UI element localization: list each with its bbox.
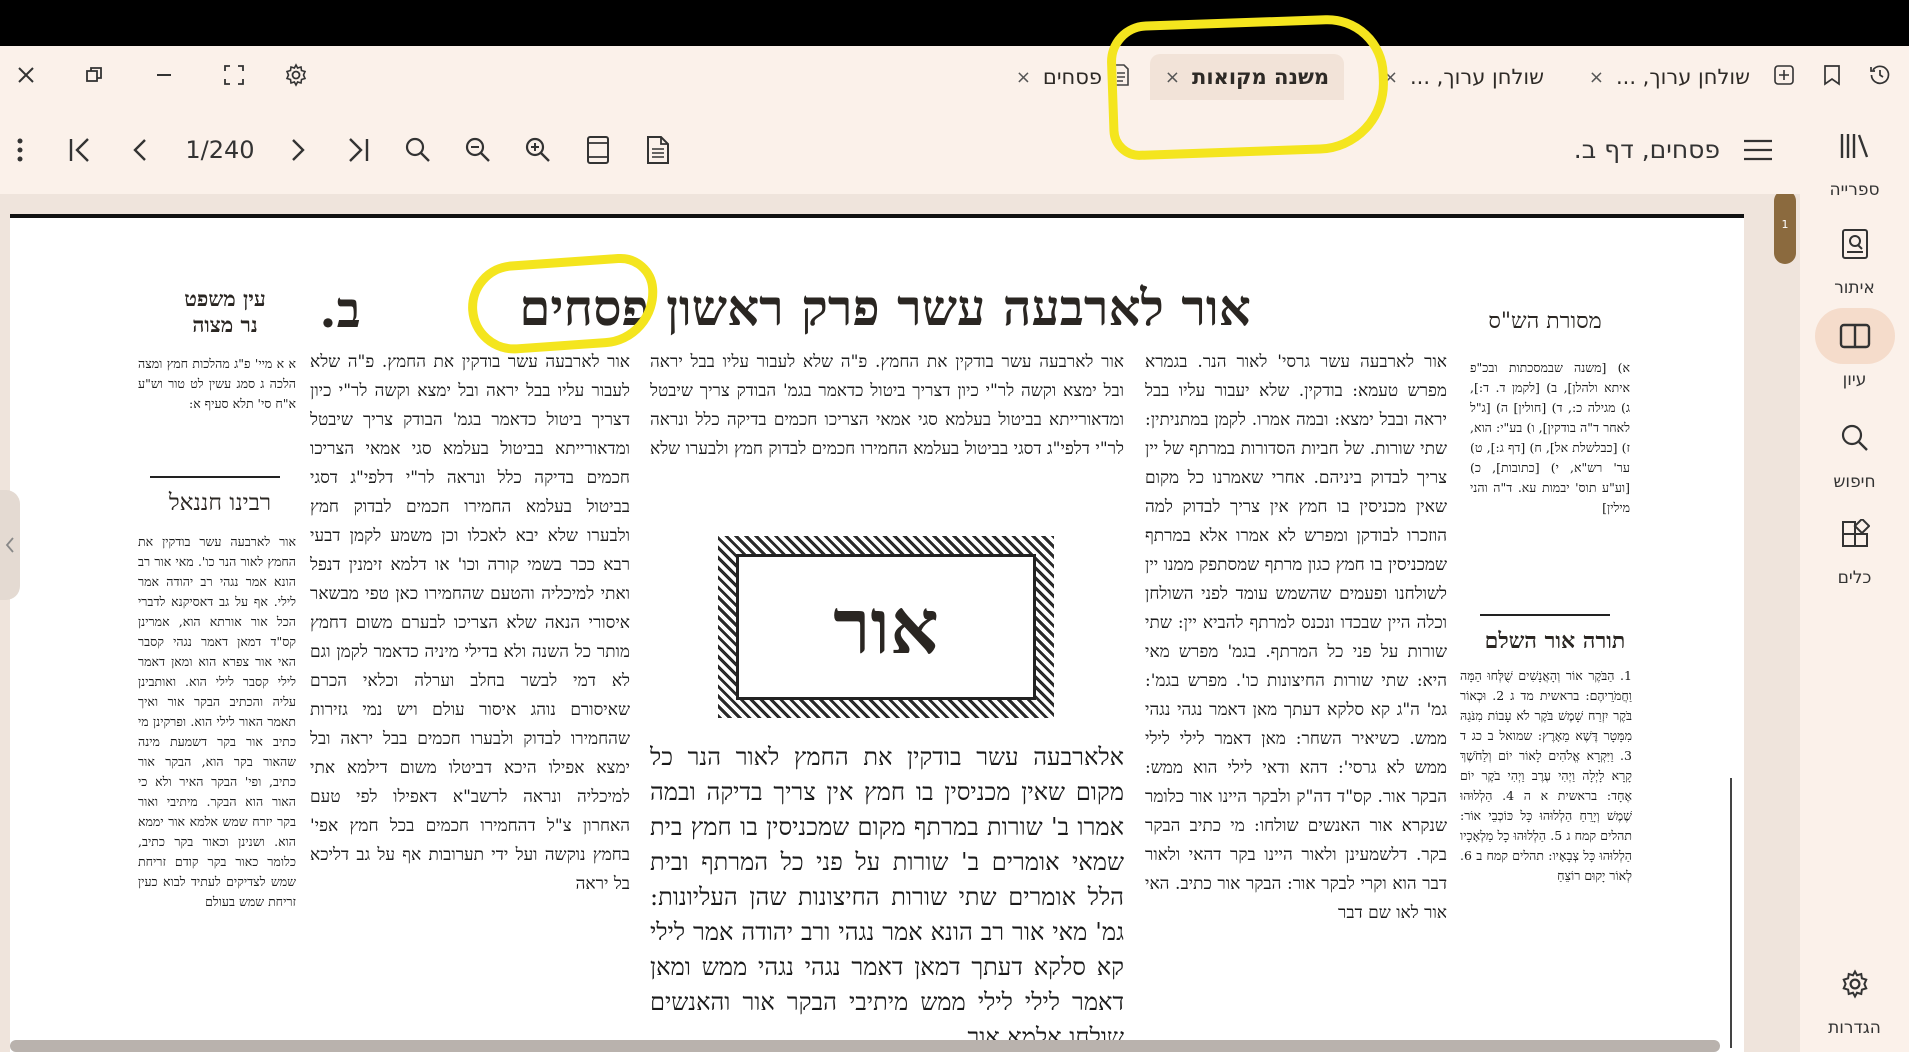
tools-icon bbox=[1815, 506, 1895, 562]
sidebar-item-label: חיפוש bbox=[1833, 472, 1876, 492]
torah-or-header: תורה אור השלם bbox=[1484, 628, 1626, 654]
reader-toolbar: 1/240 פסחים, דף ב. bbox=[0, 106, 1800, 194]
sidebar-item-label: איתור bbox=[1834, 278, 1875, 298]
hamburger-menu-icon bbox=[1744, 139, 1772, 161]
new-tab-button[interactable] bbox=[1768, 59, 1800, 91]
sidebar-item-library[interactable]: ספרייה bbox=[1800, 118, 1909, 200]
ein-mishpat-text: א א מיי' פ"ג מהלכות חמץ ומצה הלכה ג סמג … bbox=[138, 356, 296, 411]
previous-pane-handle[interactable] bbox=[0, 490, 20, 600]
history-icon bbox=[1870, 65, 1890, 85]
tab-bar: פסחים × משנה מקואות × שולחן ערוך, ... × … bbox=[0, 46, 1909, 106]
talmud-page: מסורת הש"ס אור לארבעה עשר פרק ראשון פסחי… bbox=[10, 214, 1744, 1052]
tab-shulchan-aruch-1[interactable]: שולחן ערוך, ... × bbox=[1589, 54, 1750, 100]
menu-button[interactable] bbox=[1736, 128, 1780, 172]
sidebar-item-label: הגדרות bbox=[1828, 1018, 1881, 1038]
next-page-button[interactable] bbox=[276, 128, 320, 172]
gear-icon bbox=[285, 63, 307, 87]
add-tab-icon bbox=[1774, 65, 1794, 85]
document-viewer[interactable]: מסורת הש"ס אור לארבעה עשר פרק ראשון פסחי… bbox=[0, 194, 1800, 1052]
rabbenu-chananel-text: אור לארבעה עשר בודקין את החמץ לאור הנר כ… bbox=[138, 534, 296, 909]
close-window-button[interactable] bbox=[10, 59, 42, 91]
last-page-icon bbox=[349, 138, 369, 162]
zoom-out-button[interactable] bbox=[456, 128, 500, 172]
page-edge-line bbox=[1730, 778, 1732, 1048]
rabbenu-chananel-header: רבינו חננאל bbox=[168, 490, 272, 516]
sidebar-item-label: ספרייה bbox=[1829, 180, 1880, 200]
sidebar-item-label: עיון bbox=[1842, 370, 1867, 390]
sidebar-item-label: כלים bbox=[1837, 568, 1872, 588]
top-black-strip bbox=[0, 0, 1909, 46]
minimize-icon bbox=[157, 74, 171, 76]
chevron-right-icon bbox=[292, 139, 305, 161]
gear-icon bbox=[1815, 956, 1895, 1012]
tab-label: פסחים bbox=[1042, 65, 1102, 89]
tab-close-button[interactable]: × bbox=[1589, 67, 1604, 88]
text-view-button[interactable] bbox=[636, 128, 680, 172]
chevron-left-icon bbox=[133, 139, 146, 161]
search-in-document-button[interactable] bbox=[396, 128, 440, 172]
masoret-hashas-header: מסורת הש"ס bbox=[1488, 309, 1602, 334]
fullscreen-button[interactable] bbox=[218, 59, 250, 91]
sidebar-item-tools[interactable]: כלים bbox=[1800, 506, 1909, 588]
or-decorated-box: אור bbox=[718, 536, 1054, 718]
first-page-button[interactable] bbox=[58, 128, 102, 172]
more-vertical-icon bbox=[17, 138, 23, 162]
tab-shulchan-aruch-2[interactable]: שולחן ערוך, ... × bbox=[1383, 54, 1544, 100]
minimize-window-button[interactable] bbox=[148, 59, 180, 91]
document-title: פסחים, דף ב. bbox=[1573, 135, 1720, 164]
tab-close-button[interactable]: × bbox=[1016, 67, 1031, 88]
search-icon bbox=[1815, 410, 1895, 466]
tosafot-commentary: אור לארבעה עשר בודקין את החמץ. פ"ה שלא ל… bbox=[310, 352, 630, 894]
search-icon bbox=[405, 137, 430, 162]
mishnah-gemara-text: אלארבעה עשר בודקין את החמץ לאור הנר כל מ… bbox=[650, 743, 1124, 1050]
sidebar-item-study[interactable]: עיון bbox=[1800, 308, 1909, 390]
bookmark-icon bbox=[1824, 65, 1840, 86]
ornament-divider bbox=[1480, 610, 1610, 620]
central-text-top: אור לארבעה עשר בודקין את החמץ. פ"ה שלא ל… bbox=[650, 352, 1124, 459]
zoom-out-icon bbox=[465, 137, 490, 162]
settings-button[interactable] bbox=[280, 59, 312, 91]
ein-mishpat-title: עין משפט bbox=[184, 286, 266, 311]
zoom-in-button[interactable] bbox=[516, 128, 560, 172]
ner-mitzvah-title: נר מצוה bbox=[192, 312, 258, 337]
horizontal-scrollbar[interactable] bbox=[10, 1040, 1720, 1052]
locate-icon bbox=[1815, 216, 1895, 272]
bookmark-button[interactable] bbox=[1816, 59, 1848, 91]
tab-label: שולחן ערוך, ... bbox=[1615, 65, 1750, 89]
tab-label: שולחן ערוך, ... bbox=[1409, 65, 1544, 89]
history-button[interactable] bbox=[1864, 59, 1896, 91]
document-text-icon bbox=[647, 136, 669, 164]
restore-icon bbox=[86, 67, 102, 82]
book-open-icon bbox=[1814, 308, 1895, 364]
first-page-icon bbox=[69, 138, 89, 162]
sidebar-item-locate[interactable]: איתור bbox=[1800, 216, 1909, 298]
last-page-button[interactable] bbox=[336, 128, 380, 172]
masoret-hashas-text: א) [משנה שבמסכתות ובכ"פ איתא ולהלן], ב) … bbox=[1470, 360, 1630, 515]
daf-number: ב. bbox=[319, 280, 361, 339]
sidebar-item-settings[interactable]: הגדרות bbox=[1800, 956, 1909, 1038]
fullscreen-icon bbox=[224, 65, 244, 85]
close-icon bbox=[18, 67, 34, 83]
right-sidebar: ספרייה איתור עיון חיפוש כלים הגדרות bbox=[1800, 106, 1909, 1052]
page-layout-icon bbox=[587, 136, 609, 164]
vertical-scrollbar-thumb[interactable]: 1 bbox=[1774, 194, 1796, 264]
chevron-left-icon bbox=[5, 537, 14, 553]
zoom-in-icon bbox=[525, 137, 550, 162]
or-word: אור bbox=[736, 554, 1036, 700]
ein-mishpat-header: עין משפט נר מצוה bbox=[160, 286, 290, 338]
highlight-tab-annotation bbox=[1105, 13, 1391, 161]
ornament-divider bbox=[150, 472, 280, 482]
rashi-commentary: אור לארבעה עשר גרסי' לאור הנר. בגמרא מפר… bbox=[1145, 352, 1447, 923]
page-indicator[interactable]: 1/240 bbox=[180, 132, 260, 168]
sidebar-item-search[interactable]: חיפוש bbox=[1800, 410, 1909, 492]
more-options-button[interactable] bbox=[0, 128, 40, 172]
torah-or-text: 1. הַבֹּקֶר אוֹר וְהָאֲנָשִׁים שֻׁלְּחוּ… bbox=[1460, 668, 1632, 883]
page-view-button[interactable] bbox=[576, 128, 620, 172]
previous-page-button[interactable] bbox=[118, 128, 162, 172]
restore-window-button[interactable] bbox=[78, 59, 110, 91]
library-icon bbox=[1815, 118, 1895, 174]
